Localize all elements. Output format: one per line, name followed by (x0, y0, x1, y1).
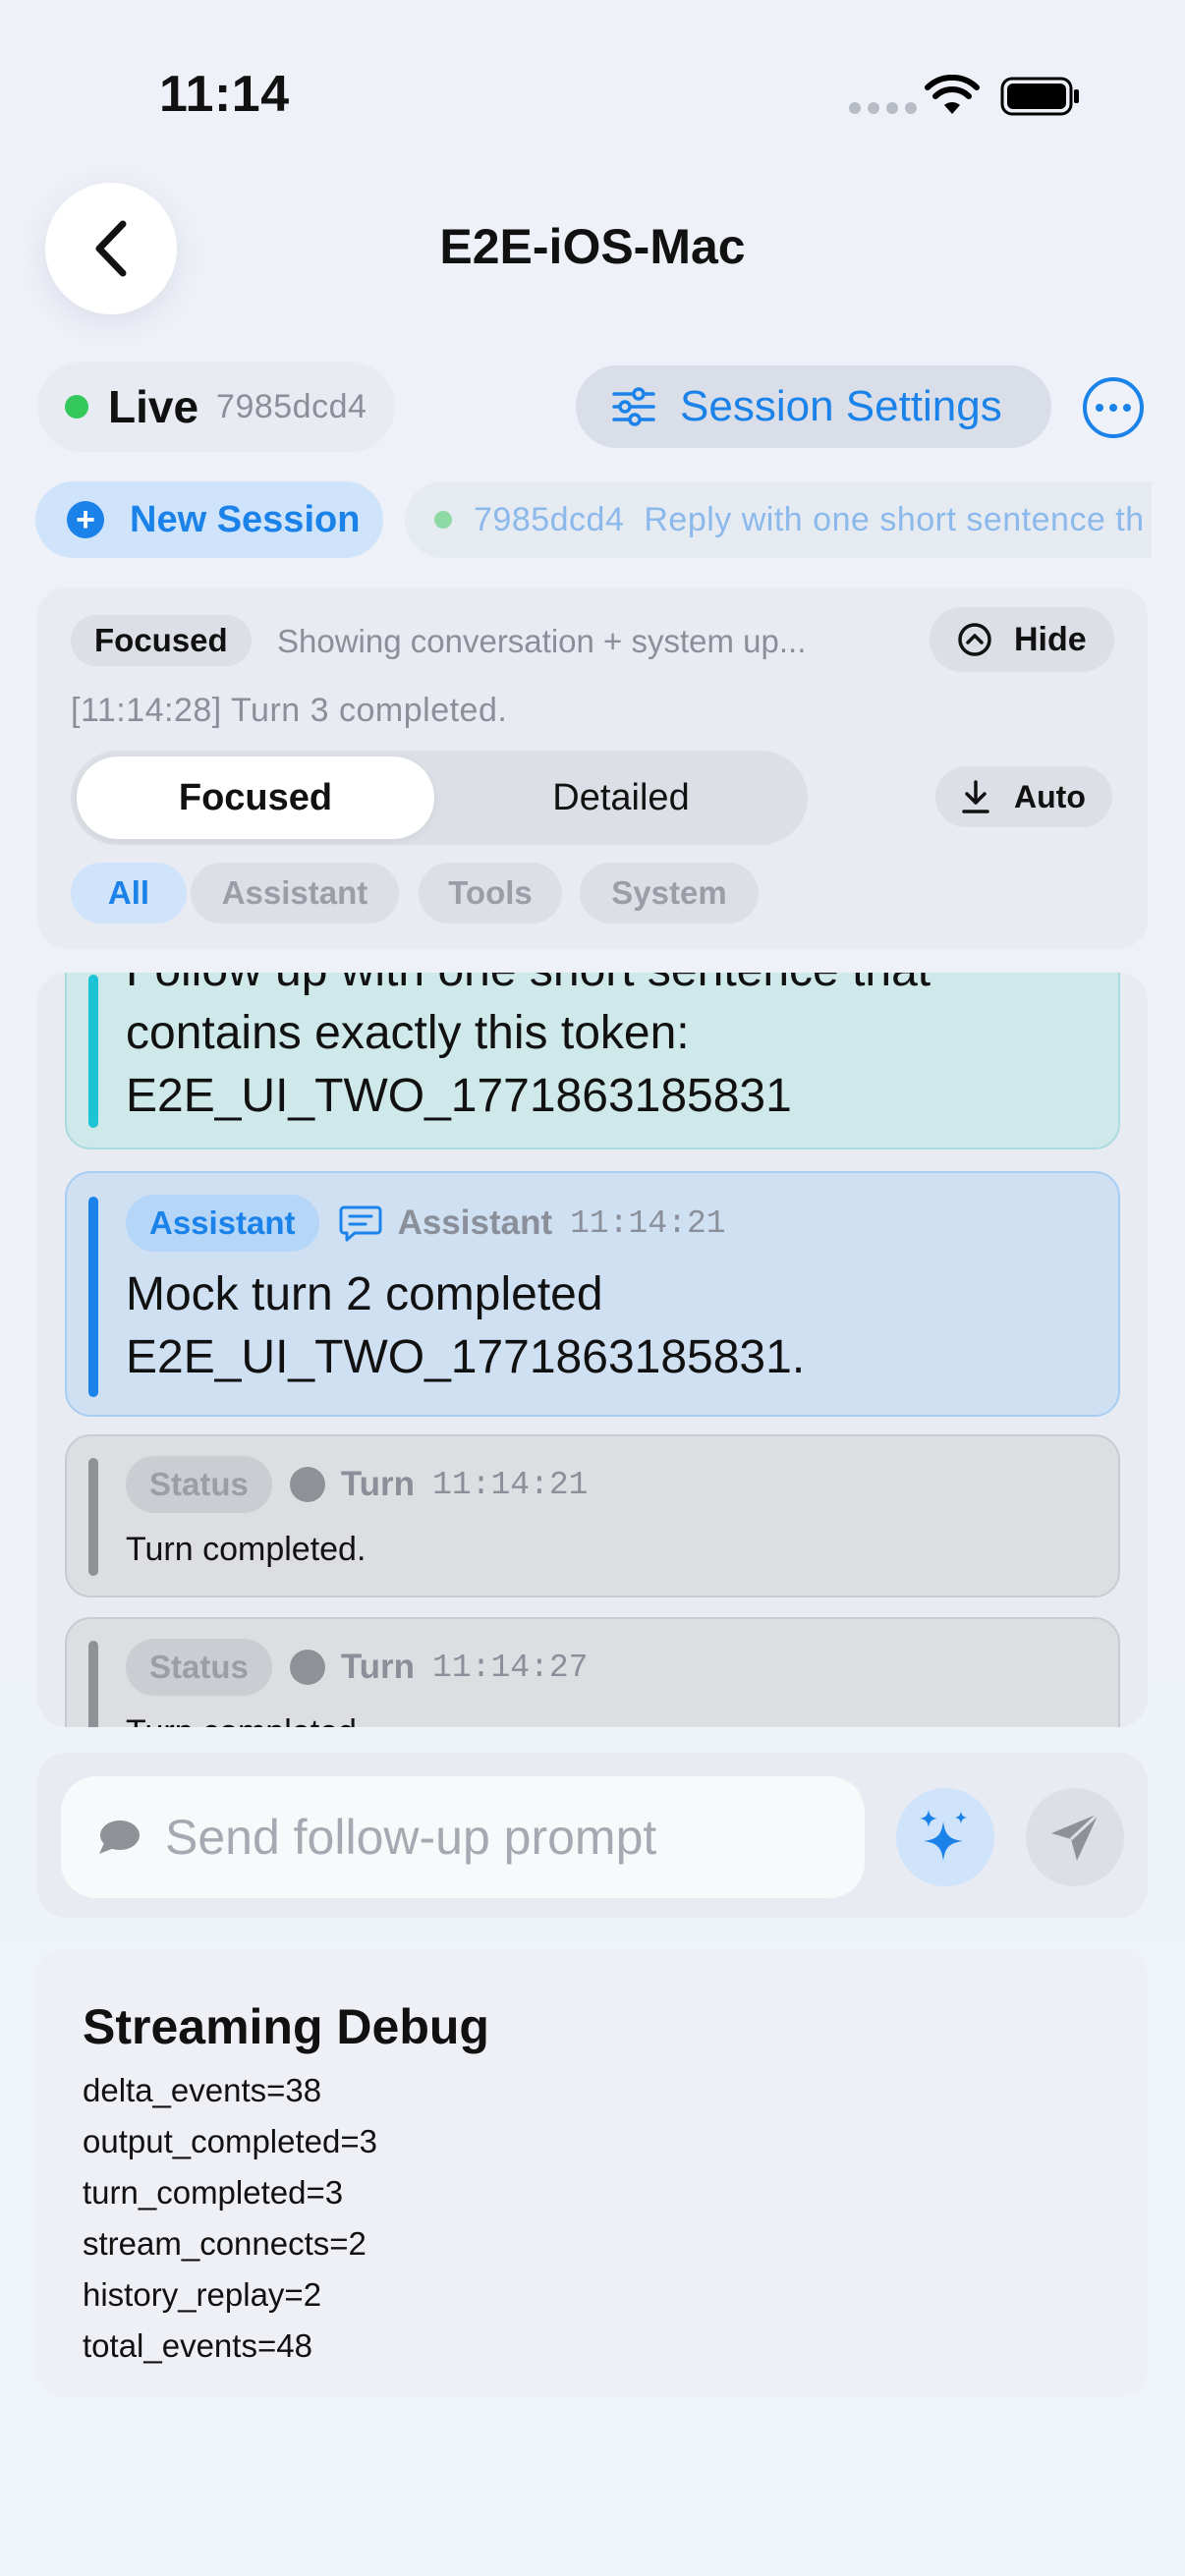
ellipsis-circle-icon[interactable] (1083, 377, 1144, 438)
new-session-label: New Session (130, 498, 361, 540)
debug-line: turn_completed=3 (83, 2174, 344, 2211)
message-accent-bar (88, 1458, 98, 1576)
filter-chip-assistant[interactable]: Assistant (191, 863, 399, 924)
live-session-id: 7985dcd4 (216, 387, 367, 425)
message-timestamp: 11:14:21 (432, 1466, 589, 1503)
status-message: Status Turn 11:14:21 Turn completed. (65, 1434, 1120, 1597)
prompt-placeholder: Send follow-up prompt (165, 1810, 657, 1865)
message-list[interactable]: Follow up with one short sentence that c… (37, 973, 1148, 1727)
page-title: E2E-iOS-Mac (439, 219, 746, 274)
mode-badge: Focused (71, 615, 252, 666)
streaming-debug-card: Streaming Debug delta_events=38 output_c… (35, 1949, 1148, 2397)
message-text: Turn completed. (126, 1531, 367, 1568)
follow-up-prompt-input[interactable]: Send follow-up prompt (61, 1776, 865, 1898)
live-label: Live (108, 381, 199, 432)
session-chip[interactable]: 7985dcd4 Reply with one short sentence t… (405, 481, 1152, 558)
role-badge: Status (126, 1639, 272, 1696)
filter-chip-tools[interactable]: Tools (419, 863, 562, 924)
mode-description: Showing conversation + system up... (277, 623, 807, 659)
segment-focused[interactable]: Focused (77, 756, 434, 839)
sliders-icon (612, 387, 655, 426)
session-active-dot (434, 511, 452, 529)
message-timestamp: 11:14:27 (432, 1649, 589, 1686)
debug-line: history_replay=2 (83, 2276, 322, 2313)
assistant-message: Assistant Assistant 11:14:21 Mock turn 2… (65, 1171, 1120, 1417)
send-icon (1051, 1812, 1100, 1861)
filter-chip-system[interactable]: System (580, 863, 759, 924)
status-dot (289, 1650, 325, 1685)
hide-button[interactable]: Hide (930, 607, 1114, 672)
message-text: Turn completed. (126, 1713, 366, 1727)
message-author: Assistant (397, 1204, 553, 1242)
wifi-icon (925, 75, 980, 114)
session-chip-id: 7985dcd4 (474, 500, 625, 538)
debug-line: output_completed=3 (83, 2123, 377, 2159)
filter-chip-all[interactable]: All (71, 863, 187, 924)
segment-detailed[interactable]: Detailed (440, 756, 802, 839)
latest-log-line: [11:14:28] Turn 3 completed. (71, 692, 508, 729)
message-accent-bar (88, 975, 98, 1128)
message-text: Mock turn 2 completed E2E_UI_TWO_1771863… (126, 1268, 806, 1383)
debug-line: stream_connects=2 (83, 2225, 367, 2262)
auto-scroll-button[interactable]: Auto (935, 766, 1112, 827)
cellular-signal-icon (849, 102, 917, 114)
role-badge: Assistant (126, 1195, 319, 1252)
auto-label: Auto (1014, 778, 1086, 814)
message-timestamp: 11:14:21 (570, 1204, 726, 1242)
role-badge: Status (126, 1456, 272, 1513)
hide-label: Hide (1014, 620, 1087, 658)
session-chip-preview: Reply with one short sentence th (644, 500, 1145, 538)
message-accent-bar (88, 1641, 98, 1727)
debug-line: total_events=48 (83, 2327, 312, 2364)
new-session-button[interactable]: + New Session (35, 481, 383, 558)
view-mode-segmented-control: Focused Detailed (71, 751, 808, 845)
download-icon (962, 780, 989, 813)
status-dot (289, 1467, 325, 1502)
live-indicator-dot (65, 395, 88, 419)
status-time: 11:14 (159, 66, 290, 123)
sparkles-icon (920, 1810, 967, 1861)
message-author: Turn (340, 1648, 416, 1686)
chevron-up-circle-icon (958, 623, 991, 656)
session-settings-label: Session Settings (680, 382, 1002, 430)
debug-title: Streaming Debug (83, 1999, 489, 2054)
message-author: Turn (340, 1465, 416, 1503)
plus-circle-icon: + (67, 501, 104, 538)
send-button[interactable] (1026, 1788, 1124, 1886)
message-text: Follow up with one short sentence that c… (126, 973, 931, 1122)
status-message: Status Turn 11:14:27 Turn completed. (65, 1617, 1120, 1727)
user-message: Follow up with one short sentence that c… (65, 973, 1120, 1149)
session-settings-button[interactable]: Session Settings (576, 365, 1051, 448)
live-status-pill: Live 7985dcd4 (37, 362, 395, 452)
message-accent-bar (88, 1197, 98, 1397)
battery-icon (1000, 77, 1079, 116)
chat-bubble-icon (339, 1205, 382, 1242)
sparkles-button[interactable] (896, 1788, 994, 1886)
debug-line: delta_events=38 (83, 2072, 322, 2108)
speech-bubble-icon (99, 1820, 140, 1854)
